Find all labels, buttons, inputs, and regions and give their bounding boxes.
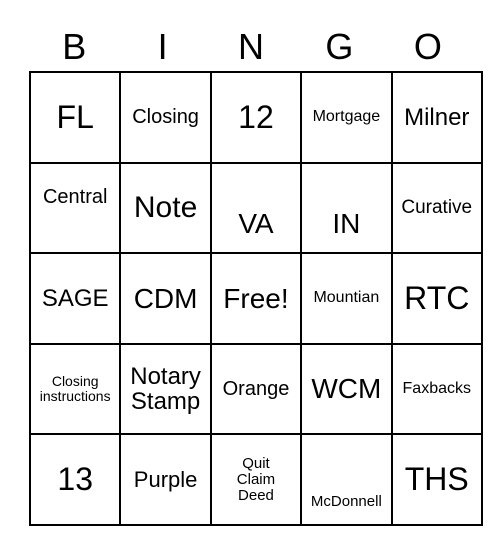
- cell-text: Curative: [401, 196, 473, 218]
- cell-text: Note: [133, 191, 198, 225]
- bingo-cell[interactable]: Milner: [390, 71, 483, 164]
- header-letter-b: B: [62, 26, 87, 67]
- header-letter-g: G: [325, 26, 354, 67]
- cell-text: McDonnell: [310, 493, 382, 511]
- bingo-cell[interactable]: RTC: [390, 252, 483, 345]
- bingo-cell[interactable]: IN: [300, 161, 393, 255]
- cell-text: WCM: [311, 373, 382, 405]
- bingo-cell[interactable]: CDM: [119, 252, 212, 345]
- board-row: FL Closing 12 Mortgage Milner: [28, 71, 483, 164]
- bingo-cell[interactable]: SAGE: [28, 252, 122, 345]
- header-letter-n: N: [238, 26, 265, 67]
- cell-text: Faxbacks: [402, 379, 471, 397]
- cell-text: 13: [57, 460, 93, 497]
- cell-text: THS: [404, 460, 469, 497]
- bingo-cell[interactable]: Closing: [119, 71, 212, 164]
- board-row: Central Note VA IN Curative: [28, 161, 483, 255]
- cell-text: VA: [238, 207, 274, 239]
- cell-text: 12: [238, 98, 274, 135]
- cell-text: Orange: [222, 377, 290, 400]
- cell-text: SAGE: [41, 284, 109, 312]
- cell-text: Purple: [133, 467, 198, 493]
- bingo-cell[interactable]: Central: [28, 161, 122, 255]
- bingo-cell[interactable]: Mountian: [300, 252, 393, 345]
- free-space[interactable]: Free!: [209, 252, 303, 345]
- cell-text: Central: [42, 185, 108, 208]
- header-letter-i: I: [157, 26, 168, 67]
- bingo-cell[interactable]: Closing instructions: [28, 342, 122, 436]
- bingo-cell[interactable]: Faxbacks: [390, 342, 483, 436]
- cell-text: Notary Stamp: [130, 362, 201, 416]
- cell-text: CDM: [133, 282, 198, 314]
- bingo-board: FL Closing 12 Mortgage Milner Central No…: [28, 71, 483, 526]
- bingo-header: B I N G O: [30, 24, 472, 70]
- bingo-cell[interactable]: Orange: [209, 342, 303, 436]
- bingo-cell[interactable]: VA: [209, 161, 303, 255]
- bingo-cell[interactable]: WCM: [300, 342, 393, 436]
- board-row: 13 Purple Quit Claim Deed McDonnell THS: [28, 433, 483, 526]
- bingo-cell[interactable]: McDonnell: [300, 433, 393, 526]
- cell-text: Mortgage: [312, 107, 381, 125]
- board-row: Closing instructions Notary Stamp Orange…: [28, 342, 483, 436]
- cell-text: Mountian: [313, 289, 380, 307]
- bingo-cell[interactable]: Quit Claim Deed: [209, 433, 303, 526]
- cell-text: Closing: [132, 105, 199, 128]
- bingo-cell[interactable]: Notary Stamp: [119, 342, 212, 436]
- cell-text: RTC: [404, 279, 470, 316]
- bingo-cell[interactable]: Note: [119, 161, 212, 255]
- bingo-cell[interactable]: THS: [390, 433, 483, 526]
- cell-text: IN: [332, 207, 361, 239]
- bingo-cell[interactable]: 12: [209, 71, 303, 164]
- cell-text: Quit Claim Deed: [236, 455, 276, 504]
- bingo-cell[interactable]: FL: [28, 71, 122, 164]
- bingo-cell[interactable]: Mortgage: [300, 71, 393, 164]
- bingo-cell[interactable]: Purple: [119, 433, 212, 526]
- cell-text: Milner: [404, 103, 470, 131]
- board-row: SAGE CDM Free! Mountian RTC: [28, 252, 483, 345]
- cell-text: FL: [56, 98, 94, 135]
- bingo-cell[interactable]: 13: [28, 433, 122, 526]
- bingo-cell[interactable]: Curative: [390, 161, 483, 255]
- header-letter-o: O: [413, 26, 442, 67]
- cell-text: Closing instructions: [39, 373, 111, 405]
- cell-text: Free!: [223, 282, 289, 314]
